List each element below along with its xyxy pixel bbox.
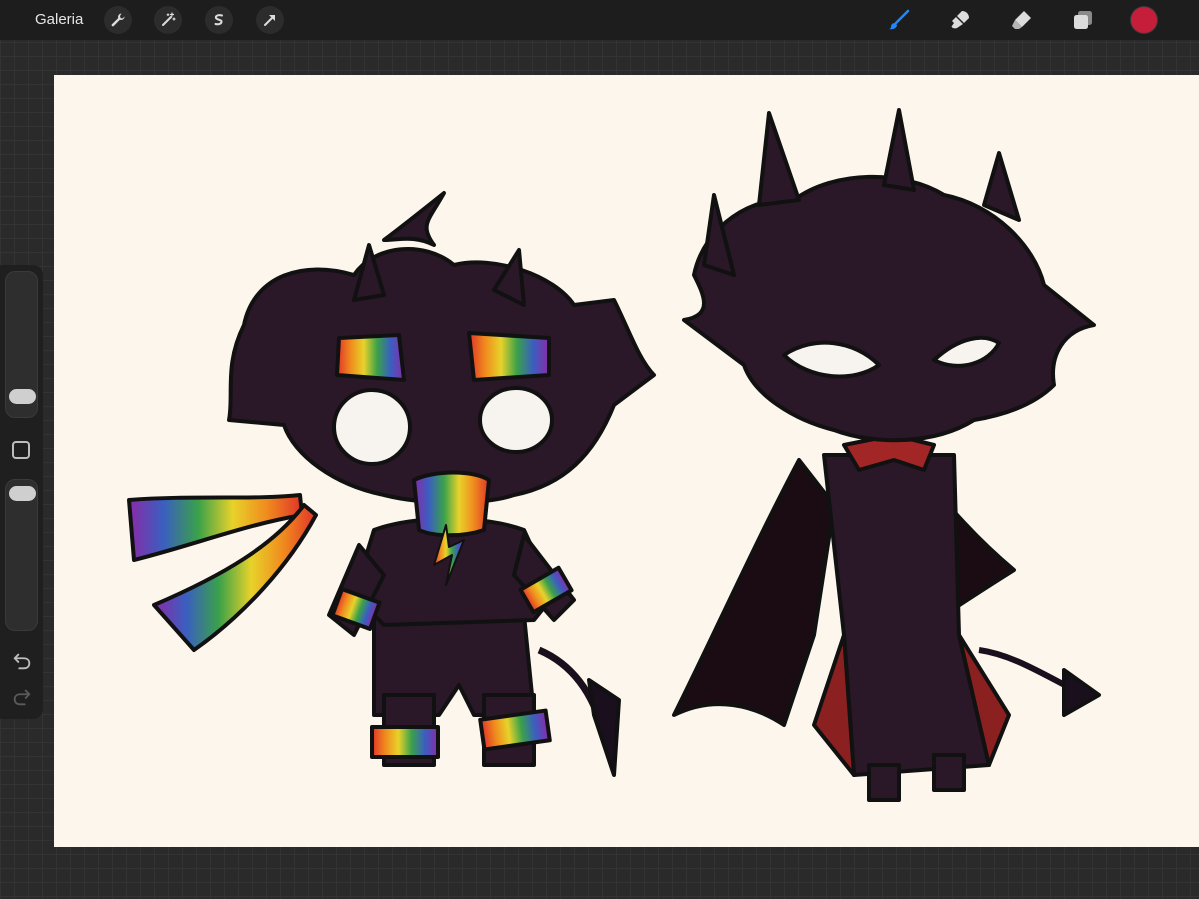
brush-tool[interactable] [884,5,914,35]
transform-arrow-icon [264,15,275,26]
opacity-thumb[interactable] [9,486,36,501]
brush-size-thumb[interactable] [9,389,36,404]
wrench-icon [111,13,125,27]
artwork-illustration [127,108,1101,802]
layers-icon [1074,11,1092,29]
brush-size-slider[interactable] [5,271,38,418]
color-picker-button[interactable] [1131,7,1157,33]
transform-button[interactable] [256,6,284,34]
smudge-tool[interactable] [945,5,975,35]
top-toolbar: Galeria [0,0,1199,40]
eraser-tool[interactable] [1007,5,1037,35]
magic-wand-icon [162,12,176,26]
drawing-canvas[interactable] [54,75,1199,847]
selection-button[interactable] [205,6,233,34]
opacity-slider[interactable] [5,479,38,631]
actions-wrench-button[interactable] [104,6,132,34]
brush-icon [889,9,910,30]
right-demon-character [672,108,1101,802]
eraser-icon [1012,11,1031,29]
adjustments-button[interactable] [154,6,182,34]
undo-button[interactable] [10,649,34,673]
redo-button[interactable] [10,685,34,709]
selection-icon [214,14,223,26]
smudge-icon [951,11,969,29]
gallery-button[interactable]: Galeria [35,0,83,40]
redo-icon [13,689,31,706]
brush-sidebar [0,265,43,719]
undo-icon [13,653,31,670]
layers-button[interactable] [1068,5,1098,35]
left-chibi-character [127,191,656,777]
modify-square-button[interactable] [12,441,30,459]
